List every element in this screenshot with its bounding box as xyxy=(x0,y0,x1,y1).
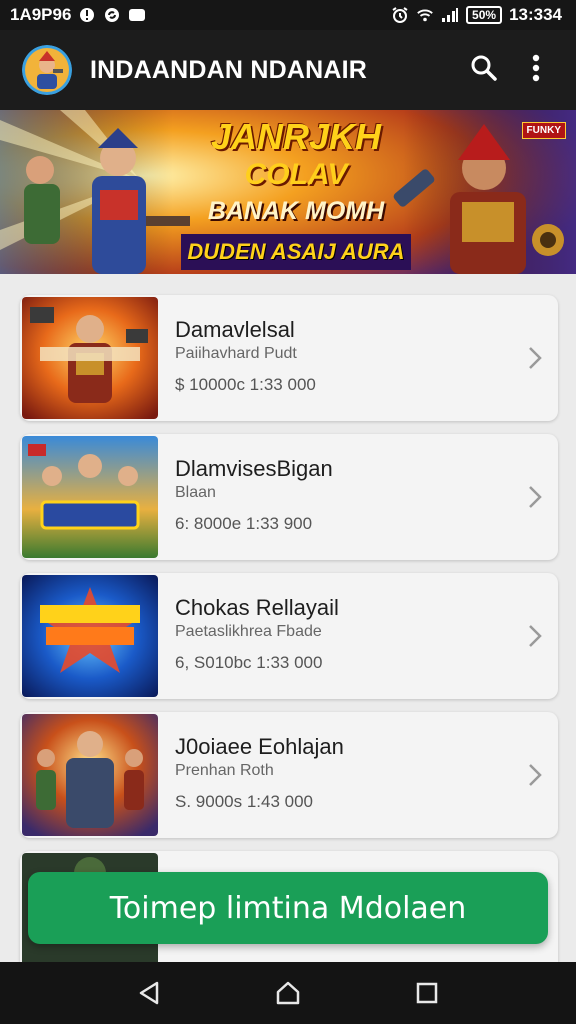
back-icon xyxy=(140,981,159,1005)
home-icon xyxy=(276,981,300,1005)
list-item[interactable]: Chokas Rellayail Paetaslikhrea Fbade 6, … xyxy=(20,573,558,699)
list-item[interactable]: J0oiaee Eohlajan Prenhan Roth S. 9000s 1… xyxy=(20,712,558,838)
banner-line-1: JANRJKH xyxy=(210,116,382,157)
item-thumbnail xyxy=(22,714,158,836)
signal-icon xyxy=(441,6,459,24)
item-subtitle: Paiihavhard Pudt xyxy=(175,345,297,362)
search-button[interactable] xyxy=(462,48,506,92)
app-bar: INDAANDAN NDANAIR xyxy=(0,30,576,110)
search-icon xyxy=(470,54,498,87)
app-avatar[interactable] xyxy=(22,45,72,95)
promo-banner[interactable]: JANRJKH COLAV BANAK MOMH DUDEN ASAIJ AUR… xyxy=(0,110,576,274)
battery-indicator: 50% xyxy=(466,6,503,24)
wifi-icon xyxy=(416,6,434,24)
system-nav-bar xyxy=(0,962,576,1024)
status-carrier-text: 1A9P96 xyxy=(10,5,72,24)
banner-headline: JANRJKH COLAV BANAK MOMH DUDEN ASAIJ AUR… xyxy=(176,116,416,270)
item-subtitle: Prenhan Roth xyxy=(175,762,274,779)
primary-cta-button[interactable]: Toimep limtina Mdolaen xyxy=(28,872,548,944)
recents-icon xyxy=(416,982,437,1004)
chevron-right-icon xyxy=(529,486,542,508)
nav-home-button[interactable] xyxy=(268,973,308,1013)
list-item[interactable]: Damavlelsal Paiihavhard Pudt $ 10000c 1:… xyxy=(20,295,558,421)
item-thumbnail xyxy=(22,297,158,419)
chevron-right-icon xyxy=(529,347,542,369)
status-time: 13:334 xyxy=(509,5,562,24)
item-title: DlamvisesBigan xyxy=(175,456,333,481)
banner-line-3: BANAK MOMH xyxy=(207,197,385,225)
nav-recents-button[interactable] xyxy=(407,973,447,1013)
banner-line-2: COLAV xyxy=(244,158,348,191)
item-meta: $ 10000c 1:33 000 xyxy=(175,375,316,394)
item-thumbnail xyxy=(22,575,158,697)
item-meta: 6, S010bc 1:33 000 xyxy=(175,653,323,672)
chevron-right-icon xyxy=(529,625,542,647)
item-subtitle: Blaan xyxy=(175,484,216,501)
game-list: Damavlelsal Paiihavhard Pudt $ 10000c 1:… xyxy=(0,274,576,964)
status-bar: 1A9P96 50% 13:334 xyxy=(0,0,576,30)
sync-icon xyxy=(103,6,121,24)
more-vert-icon xyxy=(532,54,540,87)
banner-line-4: DUDEN ASAIJ AURA xyxy=(181,234,411,270)
alarm-icon xyxy=(391,6,409,24)
item-subtitle: Paetaslikhrea Fbade xyxy=(175,623,322,640)
alert-icon xyxy=(78,6,96,24)
item-thumbnail xyxy=(22,436,158,558)
list-item[interactable]: DlamvisesBigan Blaan 6: 8000e 1:33 900 xyxy=(20,434,558,560)
item-meta: S. 9000s 1:43 000 xyxy=(175,792,314,811)
item-meta: 6: 8000e 1:33 900 xyxy=(175,514,313,533)
nav-back-button[interactable] xyxy=(129,973,169,1013)
item-title: Damavlelsal xyxy=(175,317,295,342)
message-icon xyxy=(128,6,146,24)
chevron-right-icon xyxy=(529,764,542,786)
item-title: J0oiaee Eohlajan xyxy=(175,734,344,759)
item-title: Chokas Rellayail xyxy=(175,595,339,620)
banner-badge: FUNKY xyxy=(521,122,566,139)
app-title: INDAANDAN NDANAIR xyxy=(90,55,367,84)
overflow-menu-button[interactable] xyxy=(514,48,558,92)
